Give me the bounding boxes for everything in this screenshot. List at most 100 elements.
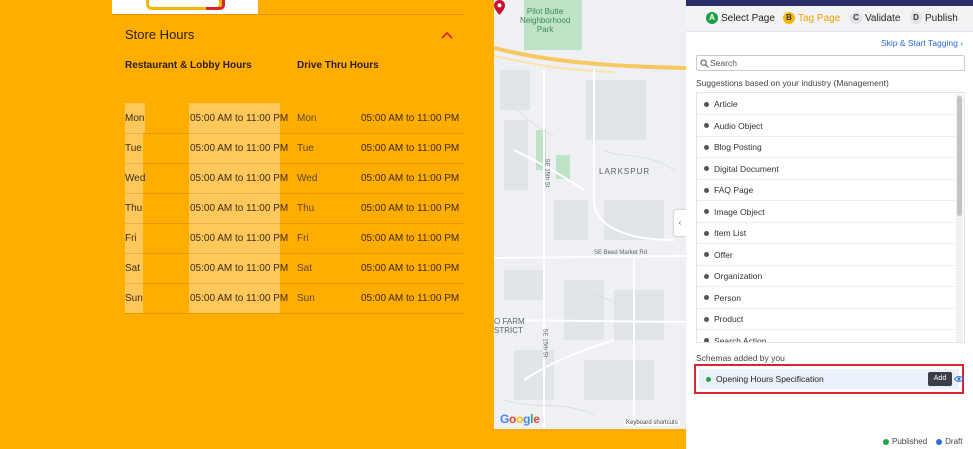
step-a-icon: A <box>706 12 718 24</box>
schema-suggestion-label: Offer <box>714 249 733 260</box>
schema-search-field[interactable] <box>696 55 965 71</box>
drive-thru-day: Fri <box>297 233 309 244</box>
bullet-icon <box>704 209 709 214</box>
location-map[interactable]: Pilot Butte Neighborhood Park LARKSPUR S… <box>494 0 686 429</box>
drive-thru-hours: 05:00 AM to 11:00 PM <box>361 263 460 274</box>
schema-suggestion-label: Person <box>714 292 741 303</box>
skip-and-start-tagging-link[interactable]: Skip & Start Tagging › <box>881 38 963 48</box>
added-schemas-box: Opening Hours Specification Add <box>694 364 964 394</box>
bullet-icon <box>704 144 709 150</box>
schema-suggestion-label: Organization <box>714 271 763 281</box>
list-scrollbar[interactable] <box>956 94 963 342</box>
schema-suggestion-item[interactable]: Offer <box>697 245 957 266</box>
store-hours-section: Store Hours Restaurant & Lobby Hours Dri… <box>0 0 494 449</box>
schema-suggestion-item[interactable]: Blog Posting <box>697 137 957 158</box>
keyboard-shortcuts-link[interactable]: Keyboard shortcuts <box>624 420 680 426</box>
area-label: LARKSPUR <box>599 167 651 176</box>
drive-thru-hours: 05:00 AM to 11:00 PM <box>361 113 460 124</box>
bullet-icon <box>704 123 709 128</box>
drive-thru-day: Wed <box>297 173 318 184</box>
lobby-hours-header: Restaurant & Lobby Hours <box>125 60 252 71</box>
schema-suggestion-item[interactable]: Search Action <box>697 331 957 343</box>
schema-suggestion-item[interactable]: FAQ Page <box>697 180 957 201</box>
lobby-hours: 05:00 AM to 11:00 PM <box>190 233 289 244</box>
park-label: Pilot Butte Neighborhood Park <box>520 7 571 34</box>
search-icon <box>700 59 709 68</box>
lobby-hours: 05:00 AM to 11:00 PM <box>190 143 289 154</box>
draft-legend-dot <box>936 438 943 445</box>
schema-suggestion-item[interactable]: Article <box>697 94 957 115</box>
drive-thru-hours-header: Drive Thru Hours <box>297 60 379 71</box>
drive-thru-day: Mon <box>297 113 317 124</box>
lobby-day: Thu <box>125 203 143 214</box>
schema-suggestion-item[interactable]: Audio Object <box>697 116 957 137</box>
step-tabs: A Select Page B Tag Page C Validate D Publis… <box>686 6 973 32</box>
legend-published-label: Published <box>892 437 928 446</box>
drive-thru-hours: 05:00 AM to 11:00 PM <box>361 173 460 184</box>
published-legend-dot <box>883 438 889 445</box>
google-logo-letter: e <box>533 412 540 426</box>
street-label: SE 15th St <box>541 328 548 358</box>
search-input[interactable] <box>710 56 960 70</box>
schema-suggestion-label: Blog Posting <box>714 142 762 152</box>
lobby-hours: 05:00 AM to 11:00 PM <box>190 293 289 304</box>
step-d-icon: D <box>910 12 922 24</box>
step-validate[interactable]: C Validate <box>850 12 900 24</box>
added-schema-item[interactable]: Opening Hours Specification <box>699 369 959 389</box>
brand-logo <box>112 0 258 14</box>
step-publish[interactable]: D Publish <box>910 12 958 24</box>
schema-suggestion-item[interactable]: Product <box>697 309 957 330</box>
drive-thru-hours: 05:00 AM to 11:00 PM <box>361 233 460 244</box>
bullet-icon <box>704 295 709 300</box>
bullet-icon <box>704 187 709 193</box>
lobby-day: Sat <box>125 263 141 274</box>
lobby-hours: 05:00 AM to 11:00 PM <box>190 173 289 184</box>
schema-suggestion-label: Digital Document <box>714 163 779 174</box>
added-schema-label: Opening Hours Specification <box>716 374 824 384</box>
suggestions-list: Article Audio Object Blog Posting Digital D… <box>696 92 965 343</box>
schema-suggestion-item[interactable]: Image Object <box>697 202 957 223</box>
drive-thru-day: Tue <box>297 143 314 154</box>
added-schemas-heading: Schemas added by you <box>696 353 785 363</box>
published-status-dot <box>706 376 711 382</box>
lobby-day: Wed <box>125 173 146 184</box>
status-legend: Published Draft <box>883 437 962 446</box>
bullet-icon <box>704 101 709 107</box>
schema-suggestion-item[interactable]: Item List <box>697 223 957 244</box>
bullet-icon <box>704 338 709 342</box>
schema-suggestion-label: Image Object <box>714 206 765 217</box>
scrollbar-thumb[interactable] <box>957 96 962 216</box>
row-divider <box>125 223 464 224</box>
step-tag-page[interactable]: B Tag Page <box>783 12 840 24</box>
schema-suggestion-label: Search Action <box>714 335 767 343</box>
schema-suggestion-item[interactable]: Digital Document <box>697 159 957 180</box>
bullet-icon <box>704 316 709 322</box>
eye-icon[interactable] <box>954 375 964 383</box>
collapse-panel-button[interactable]: ‹ <box>674 210 686 236</box>
lobby-day: Sun <box>125 293 143 304</box>
lobby-day: Tue <box>125 143 142 154</box>
background-strip <box>494 429 686 449</box>
schema-suggestion-label: Audio Object <box>714 120 763 131</box>
row-divider <box>125 253 464 254</box>
row-divider <box>125 133 464 134</box>
lobby-day: Fri <box>125 233 137 244</box>
drive-thru-day: Thu <box>297 203 315 214</box>
schema-suggestion-item[interactable]: Organization <box>697 266 957 287</box>
google-logo: Google <box>500 412 540 426</box>
step-select-page[interactable]: A Select Page <box>706 12 775 24</box>
drive-thru-day: Sun <box>297 293 315 304</box>
map-pin-icon[interactable] <box>494 0 505 15</box>
street-label: SE 15th St <box>543 158 550 188</box>
map-canvas <box>494 0 686 429</box>
legend-draft-label: Draft <box>945 437 963 446</box>
schema-suggestion-item[interactable]: Person <box>697 288 957 309</box>
drive-thru-hours: 05:00 AM to 11:00 PM <box>361 293 460 304</box>
lobby-hours: 05:00 AM to 11:00 PM <box>190 263 289 274</box>
row-divider <box>125 193 464 194</box>
store-hours-title: Store Hours <box>125 27 195 42</box>
bullet-icon <box>704 252 709 257</box>
bullet-icon <box>704 166 709 171</box>
row-divider <box>125 283 464 284</box>
chevron-up-icon[interactable] <box>440 30 454 40</box>
